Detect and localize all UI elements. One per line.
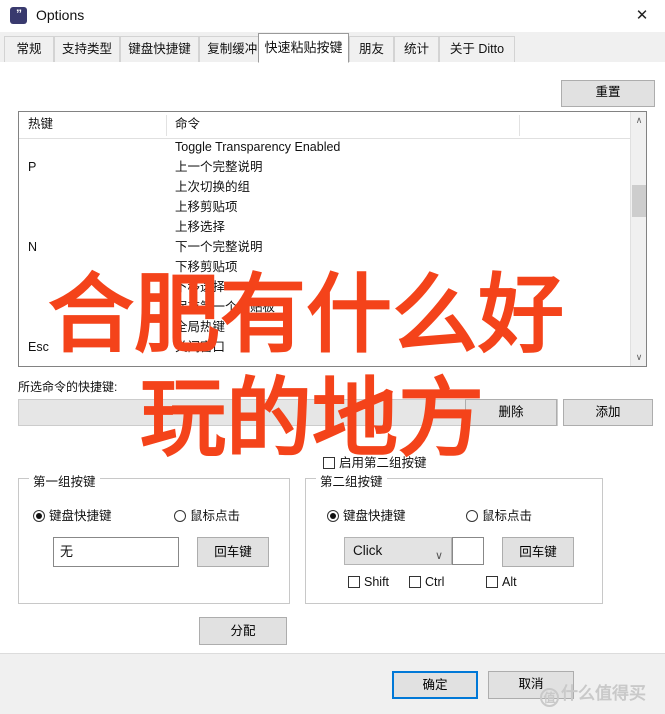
column-divider	[519, 115, 520, 136]
radio-dot	[466, 510, 478, 522]
radio-keyboard-shortcut-1[interactable]: 键盘快捷键	[33, 505, 112, 523]
row-hotkey: Esc	[28, 340, 49, 354]
tab-6[interactable]: 统计	[394, 36, 439, 62]
table-row[interactable]: 上次切换的组	[19, 178, 629, 198]
first-enter-key-button[interactable]: 回车键	[197, 537, 269, 567]
row-command: 关闭窗口	[175, 340, 226, 354]
radio-label: 键盘快捷键	[49, 509, 112, 523]
row-command: 上移剪贴项	[175, 200, 238, 214]
row-command: 下移选择	[175, 280, 226, 294]
row-command: 保存第一个剪贴板	[175, 300, 276, 314]
radio-label: 鼠标点击	[482, 509, 533, 523]
table-row[interactable]: 保存第一个剪贴板	[19, 298, 629, 318]
alt-label: Alt	[502, 575, 517, 589]
scroll-up-icon[interactable]: ∧	[631, 112, 647, 129]
second-key-extra-input[interactable]	[452, 537, 484, 565]
enable-second-group-label: 启用第二组按键	[339, 456, 427, 470]
table-row[interactable]: 下移选择	[19, 278, 629, 298]
row-hotkey: P	[28, 160, 37, 174]
enable-second-group-checkbox[interactable]: 启用第二组按键	[323, 452, 427, 470]
row-command: 上次切换的组	[175, 180, 251, 194]
first-key-group: 第一组按键 键盘快捷键 鼠标点击 无 回车键	[18, 471, 290, 604]
alt-checkbox[interactable]: Alt	[486, 575, 517, 591]
chevron-down-icon: ∨	[434, 550, 443, 562]
table-row[interactable]: N 下一个完整说明	[19, 238, 629, 258]
ditto-quote-icon: ”	[10, 7, 27, 24]
row-command: 全局热键	[175, 320, 226, 334]
radio-label: 鼠标点击	[190, 509, 241, 523]
reset-button[interactable]: 重置	[561, 80, 655, 107]
row-command: 下一个完整说明	[175, 240, 263, 254]
column-divider	[166, 115, 167, 136]
tab-2[interactable]: 键盘快捷键	[120, 36, 199, 62]
table-row[interactable]: 全局热键	[19, 318, 629, 338]
table-row[interactable]: Toggle Transparency Enabled	[19, 138, 629, 158]
table-row[interactable]: 上移选择	[19, 218, 629, 238]
row-command: 下移剪贴项	[175, 260, 238, 274]
radio-dot	[33, 510, 45, 522]
radio-label: 键盘快捷键	[343, 509, 406, 523]
hotkey-list-column-1[interactable]: 命令	[166, 112, 200, 138]
watermark-badge-icon: 值	[540, 688, 559, 707]
checkbox-box	[409, 576, 421, 588]
add-button[interactable]: 添加	[563, 399, 653, 426]
ok-button[interactable]: 确定	[392, 671, 478, 699]
selected-shortcut-label: 所选命令的快捷键:	[18, 380, 118, 394]
radio-mouse-click-2[interactable]: 鼠标点击	[466, 505, 533, 523]
vertical-scrollbar[interactable]: ∧ ∨	[630, 112, 646, 366]
row-command: 上一个完整说明	[175, 160, 263, 174]
row-command: 上移选择	[175, 220, 226, 234]
checkbox-box	[348, 576, 360, 588]
second-key-group: 第二组按键 键盘快捷键 鼠标点击 Click ∨ 回车键 Shift Ctrl …	[305, 471, 603, 604]
hotkey-list-rows[interactable]: Toggle Transparency Enabled P 上一个完整说明 上次切换的…	[19, 138, 629, 366]
first-key-input[interactable]: 无	[53, 537, 179, 567]
watermark-text: 什么值得买	[561, 684, 646, 704]
table-row[interactable]: Esc 关闭窗口	[19, 338, 629, 358]
table-row[interactable]: 下移剪贴项	[19, 258, 629, 278]
radio-keyboard-shortcut-2[interactable]: 键盘快捷键	[327, 505, 406, 523]
tab-4[interactable]: 快速粘贴按键	[258, 33, 349, 63]
options-page: 重置 热键 命令 Toggle Transparency Enabled P 上一个完…	[0, 62, 665, 653]
table-row[interactable]: P 上一个完整说明	[19, 158, 629, 178]
window-title: Options	[36, 7, 85, 23]
table-row[interactable]: 上移剪贴项	[19, 198, 629, 218]
shift-label: Shift	[364, 575, 390, 589]
row-command: Toggle Transparency Enabled	[175, 140, 341, 154]
checkbox-box	[486, 576, 498, 588]
assign-button[interactable]: 分配	[199, 617, 287, 645]
tab-7[interactable]: 关于 Ditto	[439, 36, 515, 62]
tab-1[interactable]: 支持类型	[54, 36, 120, 62]
second-key-combo-value: Click	[353, 543, 383, 558]
delete-button[interactable]: 删除	[465, 399, 557, 426]
radio-mouse-click-1[interactable]: 鼠标点击	[174, 505, 241, 523]
radio-dot	[327, 510, 339, 522]
second-key-combo[interactable]: Click ∨	[344, 537, 452, 565]
row-hotkey: N	[28, 240, 38, 254]
ctrl-checkbox[interactable]: Ctrl	[409, 575, 444, 591]
bottom-strip	[0, 707, 665, 713]
scroll-down-icon[interactable]: ∨	[631, 349, 647, 366]
hotkey-list-header: 热键 命令	[19, 112, 646, 139]
hotkey-list-column-0[interactable]: 热键	[19, 112, 53, 138]
first-key-group-legend: 第一组按键	[29, 471, 100, 490]
second-key-group-legend: 第二组按键	[316, 471, 387, 490]
radio-dot	[174, 510, 186, 522]
tab-0[interactable]: 常规	[4, 36, 54, 62]
close-icon[interactable]: ✕	[619, 0, 665, 31]
second-enter-key-button[interactable]: 回车键	[502, 537, 574, 567]
title-bar: ” Options ✕	[0, 0, 665, 32]
tab-strip: 常规 支持类型 键盘快捷键 复制缓冲区 快速粘贴按键 朋友 统计 关于 Ditto	[0, 32, 665, 63]
hotkey-list[interactable]: 热键 命令 Toggle Transparency Enabled P 上一个完整说明…	[18, 111, 647, 367]
checkbox-box	[323, 457, 335, 469]
ctrl-label: Ctrl	[425, 575, 445, 589]
smzdm-watermark: 值什么值得买	[540, 679, 646, 707]
shift-checkbox[interactable]: Shift	[348, 575, 389, 591]
tab-5[interactable]: 朋友	[349, 36, 394, 62]
scrollbar-thumb[interactable]	[632, 185, 646, 217]
